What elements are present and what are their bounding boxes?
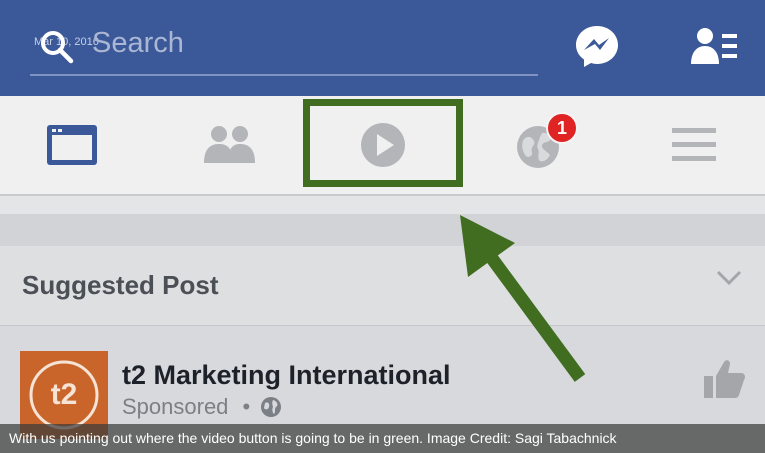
search-input[interactable]: Search xyxy=(92,27,184,60)
notification-badge: 1 xyxy=(546,112,578,144)
feed-divider xyxy=(0,214,765,246)
search-icon[interactable] xyxy=(40,30,74,64)
like-icon[interactable] xyxy=(702,358,746,400)
news-feed: Suggested Post t2 t2 Marketing Internati… xyxy=(0,196,765,453)
page-name-link[interactable]: t2 Marketing International xyxy=(122,360,451,391)
suggested-post-header: Suggested Post xyxy=(0,246,765,326)
search-underline xyxy=(30,74,538,76)
news-feed-icon xyxy=(47,125,97,165)
messenger-icon[interactable] xyxy=(574,24,620,68)
chevron-down-icon[interactable] xyxy=(716,268,742,288)
image-caption: With us pointing out where the video but… xyxy=(0,424,765,453)
separator-dot: • xyxy=(242,394,251,419)
video-highlight-box xyxy=(303,99,463,187)
tab-news-feed[interactable] xyxy=(20,96,124,194)
tab-friends[interactable] xyxy=(178,96,282,194)
public-globe-icon xyxy=(261,397,281,417)
hamburger-icon xyxy=(672,128,716,161)
tab-menu[interactable] xyxy=(642,96,746,194)
suggested-post-title: Suggested Post xyxy=(22,270,219,300)
sponsored-text: Sponsored xyxy=(122,394,229,419)
sponsored-label: Sponsored • xyxy=(122,394,250,420)
logo-text: t2 xyxy=(50,378,78,411)
friends-icon xyxy=(204,126,255,163)
tab-notifications[interactable] xyxy=(486,96,590,194)
top-bar: Mar 10, 2016 Search xyxy=(0,0,765,96)
friend-requests-icon[interactable] xyxy=(690,26,738,66)
